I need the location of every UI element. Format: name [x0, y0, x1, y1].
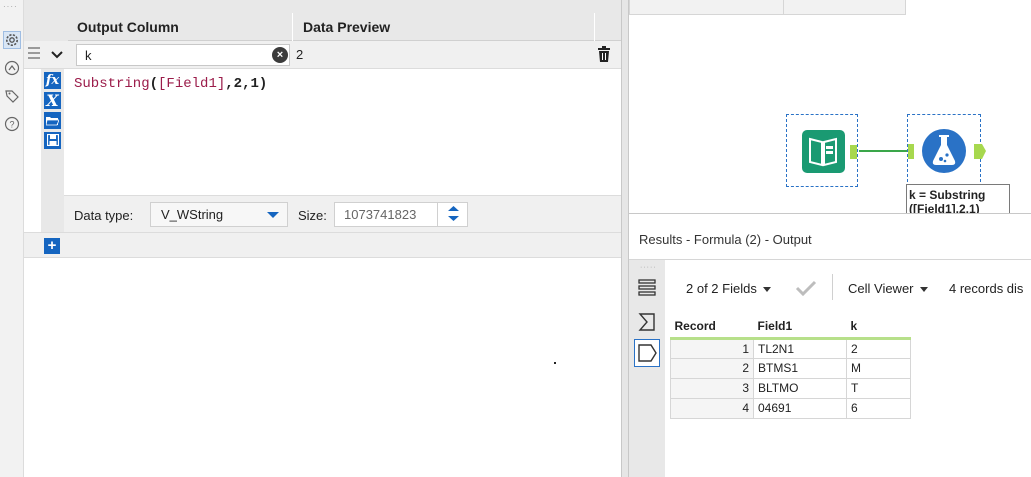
- clear-icon[interactable]: ×: [272, 47, 288, 63]
- data-preview-value: 2: [296, 47, 304, 62]
- results-data-grid[interactable]: Record Field1 k 1 TL2N1 2 2 BTMS1 M 3 BL…: [670, 316, 911, 419]
- field1-cell[interactable]: 04691: [753, 397, 847, 419]
- configuration-gear-icon[interactable]: [3, 31, 21, 49]
- grid-header-field1[interactable]: Field1: [753, 316, 847, 340]
- caret-down-icon: [762, 287, 771, 293]
- k-cell[interactable]: T: [846, 377, 911, 399]
- fields-selector[interactable]: 2 of 2 Fields: [686, 281, 771, 296]
- size-spinner[interactable]: [437, 202, 468, 227]
- formula-tool-annotation: k = Substring ([Field1],2,1): [906, 184, 1010, 214]
- formula-tool[interactable]: [907, 114, 986, 187]
- data-type-label: Data type:: [74, 208, 134, 223]
- chevron-down-icon[interactable]: [51, 48, 63, 63]
- column-header-row: Output Column Data Preview: [24, 13, 621, 41]
- open-folder-icon[interactable]: [44, 112, 61, 129]
- input-data-tool[interactable]: [786, 114, 858, 187]
- data-type-bar: Data type: V_WString Size: 1073741823: [64, 195, 621, 232]
- stray-dot: [554, 362, 556, 364]
- apply-check-icon[interactable]: [795, 280, 817, 299]
- header-separator: [292, 13, 293, 41]
- table-row[interactable]: 2 BTMS1 M: [670, 357, 911, 379]
- output-column-header: Output Column: [77, 19, 179, 35]
- data-type-value: V_WString: [161, 207, 224, 222]
- formula-configuration-panel: Output Column Data Preview × 2 fx X Subs…: [24, 0, 621, 477]
- toolbar-separator: [832, 274, 833, 300]
- expr-arg: 2: [233, 76, 243, 92]
- expr-paren: ): [258, 76, 268, 92]
- data-type-select[interactable]: V_WString: [150, 202, 288, 227]
- results-title: Results - Formula (2) - Output: [629, 215, 1031, 260]
- k-cell[interactable]: 6: [846, 397, 911, 419]
- data-preview-header: Data Preview: [303, 19, 391, 35]
- header-spacer: [24, 13, 68, 41]
- add-formula-button[interactable]: +: [44, 238, 60, 254]
- caret-down-icon: [267, 212, 279, 218]
- panel-splitter[interactable]: [621, 0, 629, 477]
- formula-row-header: × 2: [24, 41, 621, 69]
- sigma-metadata-icon[interactable]: [637, 312, 657, 335]
- k-cell[interactable]: M: [846, 357, 911, 379]
- annotation-tag-icon[interactable]: [3, 87, 21, 105]
- size-label: Size:: [298, 208, 327, 223]
- panel-top-strip: [24, 0, 621, 13]
- records-count-text: 4 records dis: [949, 281, 1024, 296]
- field1-cell[interactable]: BTMS1: [753, 357, 847, 379]
- results-toolbar: 2 of 2 Fields Cell Viewer 4 records dis: [665, 260, 1031, 312]
- expr-comma: ,: [225, 76, 234, 92]
- table-row[interactable]: 3 BLTMO T: [670, 377, 911, 399]
- trash-icon[interactable]: [597, 46, 611, 66]
- field1-cell[interactable]: BLTMO: [753, 377, 847, 399]
- fields-selector-label: 2 of 2 Fields: [686, 281, 757, 296]
- add-formula-row: +: [24, 232, 621, 258]
- annotation-line: k = Substring: [909, 188, 986, 202]
- expression-editor[interactable]: Substring([Field1],2,1): [74, 76, 267, 92]
- record-cell[interactable]: 3: [670, 377, 754, 399]
- table-row[interactable]: 4 04691 6: [670, 397, 911, 419]
- workflow-canvas[interactable]: k = Substring ([Field1],2,1): [629, 0, 1031, 214]
- expr-arg: 1: [250, 76, 259, 92]
- field1-cell[interactable]: TL2N1: [753, 337, 847, 359]
- function-fx-icon[interactable]: fx: [44, 72, 61, 89]
- config-icon-rail: ···· ?: [0, 0, 24, 477]
- rail-grip[interactable]: ····: [3, 2, 18, 11]
- data-table-icon[interactable]: [638, 278, 656, 303]
- annotation-line: ([Field1],2,1): [909, 202, 980, 214]
- save-disk-icon[interactable]: [44, 132, 61, 149]
- drag-handle-icon[interactable]: [28, 47, 40, 61]
- record-cell[interactable]: 1: [670, 337, 754, 359]
- results-side-rail: ·····: [629, 260, 665, 477]
- record-cell[interactable]: 2: [670, 357, 754, 379]
- results-panel: Results - Formula (2) - Output ····· 2 o…: [629, 215, 1031, 477]
- cell-viewer-label: Cell Viewer: [848, 281, 914, 296]
- tag-view-icon[interactable]: [634, 339, 660, 367]
- grid-header-record[interactable]: Record: [670, 316, 754, 340]
- variable-x-icon[interactable]: X: [44, 92, 61, 109]
- expression-tool-strip: fx X: [41, 69, 64, 232]
- k-cell[interactable]: 2: [846, 337, 911, 359]
- expr-function: Substring: [74, 76, 150, 92]
- cell-viewer-dropdown[interactable]: Cell Viewer: [848, 281, 928, 296]
- connection-icon[interactable]: [3, 59, 21, 77]
- record-cell[interactable]: 4: [670, 397, 754, 419]
- header-separator: [594, 13, 595, 41]
- grid-header-k[interactable]: k: [846, 316, 911, 340]
- caret-down-icon: [919, 287, 928, 293]
- output-column-input[interactable]: [76, 44, 290, 66]
- svg-text:?: ?: [9, 120, 14, 130]
- expr-paren: (: [149, 76, 159, 92]
- help-icon[interactable]: ?: [3, 115, 21, 133]
- grid-header-row: Record Field1 k: [670, 316, 911, 340]
- table-row[interactable]: 1 TL2N1 2: [670, 337, 911, 359]
- expr-field: [Field1]: [158, 76, 226, 92]
- results-grip[interactable]: ·····: [640, 264, 657, 271]
